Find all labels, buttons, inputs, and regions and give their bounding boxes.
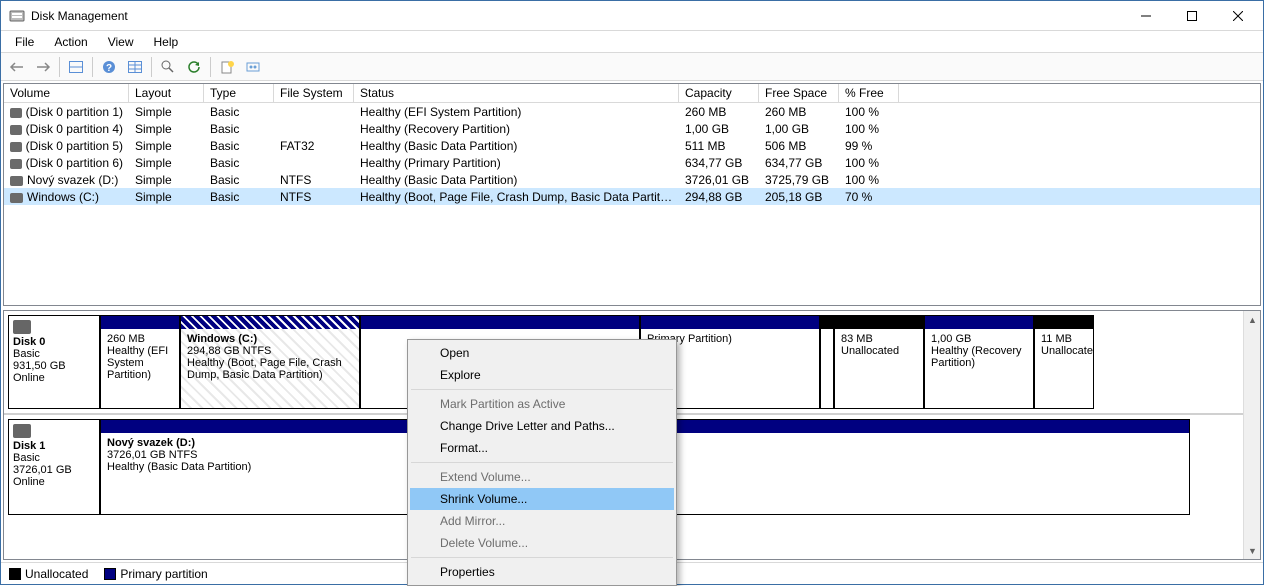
disk-size: 3726,01 GB xyxy=(13,464,95,476)
disk-name: Disk 1 xyxy=(13,440,95,452)
help-icon[interactable]: ? xyxy=(97,56,121,78)
volume-icon xyxy=(10,159,22,169)
col-capacity[interactable]: Capacity xyxy=(679,84,759,102)
close-button[interactable] xyxy=(1215,1,1261,31)
volume-icon xyxy=(10,142,22,152)
col-type[interactable]: Type xyxy=(204,84,274,102)
minimize-button[interactable] xyxy=(1123,1,1169,31)
disk-state: Online xyxy=(13,476,95,488)
disk-name: Disk 0 xyxy=(13,336,95,348)
disk-size: 931,50 GB xyxy=(13,360,95,372)
context-menu-item: Mark Partition as Active xyxy=(410,393,674,415)
partition[interactable]: 1,00 GBHealthy (Recovery Partition) xyxy=(924,315,1034,409)
context-menu-item[interactable]: Open xyxy=(410,342,674,364)
context-menu-item[interactable]: Shrink Volume... xyxy=(410,488,674,510)
forward-button[interactable] xyxy=(31,56,55,78)
partition[interactable] xyxy=(820,315,834,409)
app-icon xyxy=(9,8,25,24)
context-menu-item: Add Mirror... xyxy=(410,510,674,532)
context-menu-item: Delete Volume... xyxy=(410,532,674,554)
volume-row[interactable]: Windows (C:)SimpleBasicNTFSHealthy (Boot… xyxy=(4,188,1260,205)
disk-icon xyxy=(13,424,31,438)
refresh-icon[interactable] xyxy=(182,56,206,78)
volume-icon xyxy=(10,125,22,135)
menu-bar: File Action View Help xyxy=(1,31,1263,53)
disk-label-0[interactable]: Disk 0 Basic 931,50 GB Online xyxy=(8,315,100,409)
menu-help[interactable]: Help xyxy=(146,33,187,51)
search-icon[interactable] xyxy=(156,56,180,78)
svg-text:?: ? xyxy=(106,63,112,74)
legend-unallocated: Unallocated xyxy=(9,567,88,581)
title-bar: Disk Management xyxy=(1,1,1263,31)
grid-icon[interactable] xyxy=(123,56,147,78)
legend-primary: Primary partition xyxy=(104,567,207,581)
partition[interactable]: 260 MBHealthy (EFI System Partition) xyxy=(100,315,180,409)
disk-type: Basic xyxy=(13,348,95,360)
back-button[interactable] xyxy=(5,56,29,78)
menu-action[interactable]: Action xyxy=(46,33,95,51)
window-title: Disk Management xyxy=(31,9,1123,23)
partition[interactable]: 83 MBUnallocated xyxy=(834,315,924,409)
toolbar: ? xyxy=(1,53,1263,81)
col-status[interactable]: Status xyxy=(354,84,679,102)
volume-row[interactable]: (Disk 0 partition 4)SimpleBasicHealthy (… xyxy=(4,120,1260,137)
settings-icon[interactable] xyxy=(241,56,265,78)
context-menu-item[interactable]: Explore xyxy=(410,364,674,386)
vertical-scrollbar[interactable]: ▲ ▼ xyxy=(1243,311,1260,559)
volume-row[interactable]: (Disk 0 partition 6)SimpleBasicHealthy (… xyxy=(4,154,1260,171)
col-pct[interactable]: % Free xyxy=(839,84,899,102)
volume-row[interactable]: (Disk 0 partition 5)SimpleBasicFAT32Heal… xyxy=(4,137,1260,154)
context-menu-item[interactable]: Format... xyxy=(410,437,674,459)
menu-view[interactable]: View xyxy=(100,33,142,51)
volume-list[interactable]: Volume Layout Type File System Status Ca… xyxy=(3,83,1261,306)
scroll-down-button[interactable]: ▼ xyxy=(1244,542,1261,559)
maximize-button[interactable] xyxy=(1169,1,1215,31)
col-volume[interactable]: Volume xyxy=(4,84,129,102)
volume-icon xyxy=(10,108,22,118)
disk-icon xyxy=(13,320,31,334)
disk-label-1[interactable]: Disk 1 Basic 3726,01 GB Online xyxy=(8,419,100,515)
volume-row[interactable]: (Disk 0 partition 1)SimpleBasicHealthy (… xyxy=(4,103,1260,120)
disk-state: Online xyxy=(13,372,95,384)
context-menu: OpenExplore Mark Partition as ActiveChang… xyxy=(407,339,677,586)
context-menu-item[interactable]: Properties xyxy=(410,561,674,583)
col-fs[interactable]: File System xyxy=(274,84,354,102)
new-icon[interactable] xyxy=(215,56,239,78)
volume-icon xyxy=(10,193,23,203)
menu-file[interactable]: File xyxy=(7,33,42,51)
scroll-up-button[interactable]: ▲ xyxy=(1244,311,1261,328)
partition[interactable]: Windows (C:)294,88 GB NTFSHealthy (Boot,… xyxy=(180,315,360,409)
volume-list-header: Volume Layout Type File System Status Ca… xyxy=(4,84,1260,103)
layout-icon[interactable] xyxy=(64,56,88,78)
col-layout[interactable]: Layout xyxy=(129,84,204,102)
volume-row[interactable]: Nový svazek (D:)SimpleBasicNTFSHealthy (… xyxy=(4,171,1260,188)
volume-icon xyxy=(10,176,23,186)
partition[interactable]: 11 MBUnallocated xyxy=(1034,315,1094,409)
context-menu-item[interactable]: Change Drive Letter and Paths... xyxy=(410,415,674,437)
context-menu-item: Extend Volume... xyxy=(410,466,674,488)
col-free[interactable]: Free Space xyxy=(759,84,839,102)
disk-type: Basic xyxy=(13,452,95,464)
